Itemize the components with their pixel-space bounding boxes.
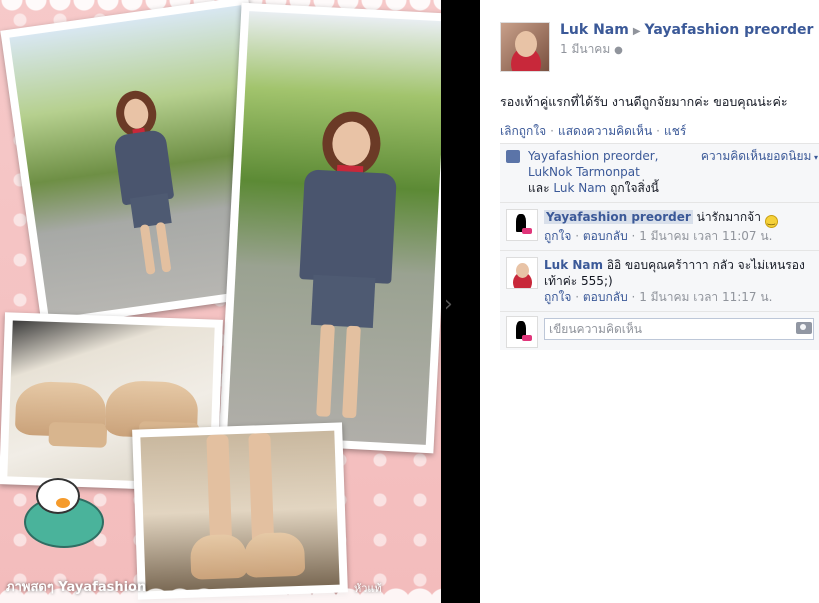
unlike-link[interactable]: เลิกถูกใจ (500, 124, 546, 138)
comment-item: Luk Nam อิอิ ขอบคุณคร้าาาา กลัว จะไม่เหน… (500, 251, 819, 312)
commenter-name[interactable]: Luk Nam (544, 258, 603, 272)
comment-meta: ถูกใจ · ตอบกลับ · 1 มีนาคม เวลา 11:17 น. (544, 290, 773, 304)
commenter-avatar[interactable] (506, 257, 538, 289)
liker-link[interactable]: Yayafashion preorder, (528, 149, 659, 163)
likers-suffix-text: ถูกใจสิ่งนี้ (610, 181, 659, 195)
photo-watermark-secondary: หัวแท้ (354, 582, 382, 595)
globe-icon: ● (614, 45, 623, 56)
photo-viewer: ภาพสดๆ Yayafashion หัวแท้ › (0, 0, 480, 603)
post-text: รองเท้าคู่แรกที่ได้รับ งานดีถูกจัยมากค่ะ… (500, 94, 788, 109)
arrow-right-icon: ▶ (632, 26, 641, 37)
smiley-emoticon-icon: ‿ (764, 215, 778, 228)
author-line: Luk Nam ▶ Yayafashion preorder (560, 22, 813, 38)
post-header: Luk Nam ▶ Yayafashion preorder 1 มีนาคม ● (500, 22, 813, 72)
likers-and-text: และ (528, 181, 550, 195)
liker-link[interactable]: Luk Nam (553, 181, 606, 195)
commenter-avatar[interactable] (506, 209, 538, 241)
thumbs-up-icon (506, 150, 520, 163)
camera-icon[interactable] (796, 322, 812, 334)
photo-collage[interactable]: ภาพสดๆ Yayafashion หัวแท้ (0, 0, 441, 603)
feedback-box: Yayafashion preorder, LukNok Tarmonpat แ… (500, 143, 819, 350)
comment-input[interactable] (544, 318, 814, 340)
target-page-link[interactable]: Yayafashion preorder (645, 22, 814, 38)
comment-text: น่ารักมากจ้า (696, 210, 761, 224)
comment-like-link[interactable]: ถูกใจ (544, 290, 571, 304)
comment-composer (500, 312, 819, 350)
caret-down-icon: ▾ (811, 153, 818, 162)
liker-link[interactable]: LukNok Tarmonpat (528, 165, 640, 179)
comment-item: Yayafashion preorder น่ารักมากจ้า ‿ ถูกใ… (500, 203, 819, 251)
chick-sticker (14, 478, 114, 558)
top-comments-dropdown[interactable]: ความคิดเห็นยอดนิยม ▾ (701, 148, 818, 166)
post-date-link[interactable]: 1 มีนาคม (560, 42, 610, 56)
photo-watermark: ภาพสดๆ Yayafashion (6, 580, 147, 595)
comment-reply-link[interactable]: ตอบกลับ (583, 290, 628, 304)
top-comments-label: ความคิดเห็นยอดนิยม (700, 149, 812, 163)
likes-summary: Yayafashion preorder, LukNok Tarmonpat แ… (500, 144, 819, 203)
share-link[interactable]: แชร์ (664, 124, 686, 138)
polaroid-photo-woman-large (218, 2, 441, 454)
post-actions: เลิกถูกใจ · แสดงความคิดเห็น · แชร์ (500, 124, 687, 138)
viewer-avatar (506, 316, 538, 348)
post-meta: 1 มีนาคม ● (560, 40, 623, 59)
next-photo-arrow-icon[interactable]: › (444, 292, 453, 317)
post-panel: Luk Nam ▶ Yayafashion preorder 1 มีนาคม ● … (480, 0, 819, 603)
comment-time[interactable]: 1 มีนาคม เวลา 11:07 น. (639, 229, 772, 243)
commenter-name[interactable]: Yayafashion preorder (544, 210, 693, 224)
comment-time[interactable]: 1 มีนาคม เวลา 11:17 น. (639, 290, 772, 304)
comment-reply-link[interactable]: ตอบกลับ (583, 229, 628, 243)
comment-like-link[interactable]: ถูกใจ (544, 229, 571, 243)
author-avatar[interactable] (500, 22, 550, 72)
author-link[interactable]: Luk Nam (560, 22, 629, 38)
comment-link[interactable]: แสดงความคิดเห็น (558, 124, 652, 138)
comment-meta: ถูกใจ · ตอบกลับ · 1 มีนาคม เวลา 11:07 น. (544, 229, 773, 243)
